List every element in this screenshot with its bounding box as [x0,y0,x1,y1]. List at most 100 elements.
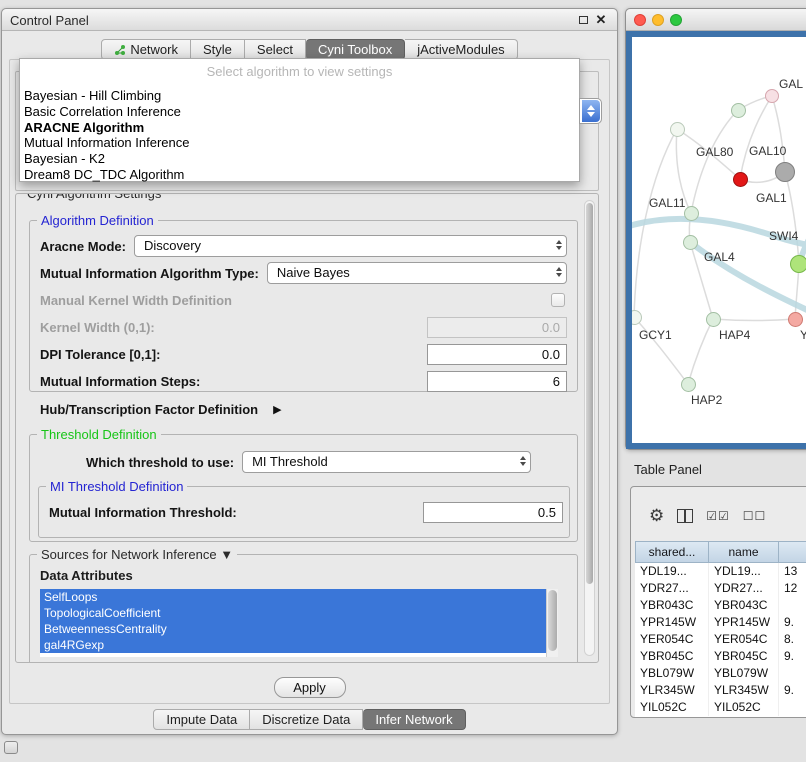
scrollbar-thumb[interactable] [548,590,557,651]
network-node-label: Y [800,328,806,342]
table-row[interactable]: YLR345WYLR345W9. [635,682,806,699]
dpi-tolerance-field[interactable]: 0.0 [427,344,567,365]
select-all-columns-icon[interactable]: ☑☑ [706,509,730,523]
scrollbar-thumb[interactable] [586,203,593,584]
list-item-selfloops[interactable]: SelfLoops [40,589,546,605]
which-threshold-select[interactable]: MI Threshold [242,451,531,473]
network-node-selected-red[interactable] [733,172,748,187]
settings-scrollbar[interactable] [584,200,595,656]
tab-jactivemodules[interactable]: jActiveModules [405,39,517,60]
columns-icon[interactable] [677,509,693,523]
sources-group-title[interactable]: Sources for Network Inference ▼ [37,547,237,562]
tab-style[interactable]: Style [191,39,245,60]
expand-right-arrow-icon[interactable]: ▶ [273,403,281,416]
column-header-shared-name[interactable]: shared... [635,541,709,563]
tab-infer-network[interactable]: Infer Network [363,709,465,730]
network-node[interactable] [683,235,698,250]
mi-steps-field[interactable]: 6 [427,371,567,392]
mi-type-row: Mutual Information Algorithm Type: Naive… [40,262,567,284]
tab-select[interactable]: Select [245,39,306,60]
algorithm-definition-title: Algorithm Definition [37,213,158,228]
table-cell: 9. [779,682,806,699]
dropdown-option-dream8[interactable]: Dream8 DC_TDC Algorithm [20,167,579,183]
apply-button[interactable]: Apply [274,677,346,698]
column-header-extra[interactable] [779,541,806,563]
network-node-label: SWI4 [769,229,798,243]
tab-network[interactable]: Network [101,39,191,60]
tab-jactivemodules-label: jActiveModules [417,40,504,59]
network-node[interactable] [790,255,806,273]
table-row[interactable]: YBR045CYBR045C9. [635,648,806,665]
network-node[interactable] [684,206,699,221]
network-window-titlebar [626,9,806,31]
network-node-label: GAL80 [696,145,733,159]
minimize-window-icon[interactable] [652,14,664,26]
close-panel-icon[interactable]: ✕ [593,12,609,28]
float-panel-icon[interactable] [575,12,591,28]
network-node[interactable] [775,162,795,182]
table-cell: 13 [779,563,806,580]
table-cell: YPR145W [709,614,779,631]
unselect-all-columns-icon[interactable]: ☐☐ [743,509,767,523]
column-header-name[interactable]: name [709,541,779,563]
tab-impute-data-label: Impute Data [166,710,237,729]
dropdown-option-bayesian-hill[interactable]: Bayesian - Hill Climbing [20,88,579,104]
table-row[interactable]: YPR145WYPR145W9. [635,614,806,631]
gear-icon[interactable]: ⚙ [649,507,664,524]
network-node[interactable] [788,312,803,327]
list-scrollbar[interactable] [546,589,558,657]
aracne-mode-select[interactable]: Discovery [134,235,567,257]
table-cell: YBR045C [635,648,709,665]
table-row[interactable]: YDR27...YDR27...12 [635,580,806,597]
list-item-gal4rgexp[interactable]: gal4RGexp [40,637,546,653]
network-node[interactable] [681,377,696,392]
data-attributes-list: SelfLoops TopologicalCoefficient Between… [40,589,558,657]
table-cell: YER054C [709,631,779,648]
dropdown-option-bayesian-k2[interactable]: Bayesian - K2 [20,151,579,167]
network-node[interactable] [670,122,685,137]
mi-type-select[interactable]: Naive Bayes [267,262,567,284]
network-node-label: GAL10 [749,144,786,158]
dropdown-option-basic-correlation[interactable]: Basic Correlation Inference [20,104,579,120]
network-canvas[interactable]: GAL GAL80 GAL10 GAL11 GAL1 SWI4 GAL4 GCY… [626,31,806,449]
mi-threshold-definition-title: MI Threshold Definition [46,479,187,494]
table-cell: YBR043C [709,597,779,614]
network-node[interactable] [706,312,721,327]
collapse-down-arrow-icon[interactable]: ▼ [220,547,233,562]
hub-definition-label: Hub/Transcription Factor Definition [40,402,258,417]
tab-discretize-data[interactable]: Discretize Data [250,709,363,730]
tab-cyni-toolbox-label: Cyni Toolbox [318,40,392,59]
tab-cyni-toolbox[interactable]: Cyni Toolbox [306,39,405,60]
table-cell: YBR043C [635,597,709,614]
algorithm-select-fragment[interactable] [579,98,602,124]
table-cell: YPR145W [635,614,709,631]
list-item-topologicalcoefficient[interactable]: TopologicalCoefficient [40,605,546,621]
dropdown-option-mutual-information[interactable]: Mutual Information Inference [20,135,579,151]
zoom-window-icon[interactable] [670,14,682,26]
table-row[interactable]: YIL052CYIL052C [635,699,806,716]
mi-type-label: Mutual Information Algorithm Type: [40,266,259,281]
network-node[interactable] [627,310,642,325]
chevron-updown-icon [556,266,562,278]
close-window-icon[interactable] [634,14,646,26]
table-row[interactable]: YDL19...YDL19...13 [635,563,806,580]
table-cell: YBR045C [709,648,779,665]
hub-definition-section[interactable]: Hub/Transcription Factor Definition ▶ [40,402,282,417]
table-row[interactable]: YBR043CYBR043C [635,597,806,614]
table-row[interactable]: YBL079WYBL079W [635,665,806,682]
mi-threshold-row: Mutual Information Threshold: 0.5 [49,502,563,523]
tab-impute-data[interactable]: Impute Data [153,709,250,730]
list-item-betweennesscentrality[interactable]: BetweennessCentrality [40,621,546,637]
mi-type-value: Naive Bayes [277,265,350,280]
network-node[interactable] [765,89,779,103]
control-panel-window: Control Panel ✕ Network Style Select Cyn… [1,8,618,735]
aracne-mode-row: Aracne Mode: Discovery [40,235,567,257]
network-node[interactable] [731,103,746,118]
table-row[interactable]: YER054CYER054C8. [635,631,806,648]
minimized-panel-icon[interactable] [4,741,18,754]
algorithm-definition-group: Algorithm Definition Aracne Mode: Discov… [29,220,578,392]
mi-threshold-field[interactable]: 0.5 [423,502,563,523]
dropdown-option-aracne[interactable]: ARACNE Algorithm [20,120,579,136]
chevron-updown-icon [582,100,600,122]
table-cell: 12 [779,580,806,597]
